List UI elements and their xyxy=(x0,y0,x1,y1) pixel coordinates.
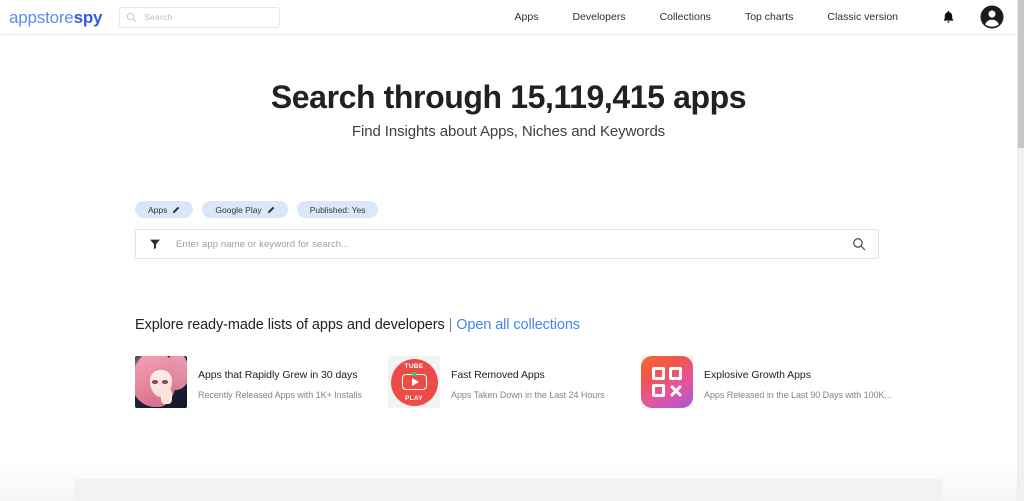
filter-chip-apps-label: Apps xyxy=(148,204,168,215)
collection-card-rapidly-grew[interactable]: Apps that Rapidly Grew in 30 days Recent… xyxy=(135,356,388,408)
collection-card-text: Fast Removed Apps Apps Taken Down in the… xyxy=(451,356,605,400)
qr-code-background xyxy=(641,356,693,408)
qr-square-bottom-left xyxy=(652,384,665,397)
play-triangle-icon xyxy=(411,378,419,386)
main-search-bar[interactable] xyxy=(135,229,879,259)
bell-icon xyxy=(943,11,954,23)
scrollbar-thumb[interactable] xyxy=(1018,0,1024,148)
filter-chip-group: Apps Google Play Published: Yes xyxy=(135,201,379,218)
header-search-box[interactable]: Search xyxy=(119,6,281,28)
filter-chip-published[interactable]: Published: Yes xyxy=(296,201,379,218)
nav-item-classic-version[interactable]: Classic version xyxy=(810,12,915,23)
page-title: Search through 15,119,415 apps xyxy=(270,79,747,115)
page-scrollbar[interactable] xyxy=(1017,0,1024,501)
nav-item-developers[interactable]: Developers xyxy=(555,12,642,23)
pencil-icon xyxy=(267,206,274,213)
page-subtitle: Find Insights about Apps, Niches and Key… xyxy=(351,123,666,140)
logo-text-light: appstore xyxy=(9,7,74,27)
header-icon-group xyxy=(915,5,1004,29)
tube-play-label-top: TUBE xyxy=(404,362,424,370)
search-input[interactable] xyxy=(174,237,852,251)
open-all-collections-link[interactable]: Open all collections xyxy=(456,317,580,333)
collection-card-title: Explosive Growth Apps xyxy=(704,369,811,381)
notifications-button[interactable] xyxy=(925,10,972,24)
collection-card-explosive-growth[interactable]: Explosive Growth Apps Apps Released in t… xyxy=(641,356,894,408)
collection-card-fast-removed[interactable]: TUBE PLAY Fast Removed Apps Apps Taken D… xyxy=(388,356,641,408)
next-section-band xyxy=(0,461,1017,501)
qr-code-grid xyxy=(652,367,682,397)
collections-heading: Explore ready-made lists of apps and dev… xyxy=(135,317,580,333)
anime-hand xyxy=(161,388,173,404)
search-icon xyxy=(127,12,137,22)
collection-card-list: Apps that Rapidly Grew in 30 days Recent… xyxy=(135,356,895,408)
filter-chip-google-play-label: Google Play xyxy=(215,204,262,215)
page-root: appstorespy Search Apps Developers Colle… xyxy=(0,0,1024,501)
header-search-placeholder: Search xyxy=(144,12,173,22)
filter-chip-apps[interactable]: Apps xyxy=(135,201,194,218)
user-avatar-icon xyxy=(980,5,1004,29)
collection-card-text: Explosive Growth Apps Apps Released in t… xyxy=(704,356,892,400)
account-button[interactable] xyxy=(972,5,1004,29)
collections-heading-text: Explore ready-made lists of apps and dev… xyxy=(135,317,445,333)
qr-code-icon xyxy=(641,356,693,408)
tube-play-label-bottom: PLAY xyxy=(405,394,423,402)
filter-chip-published-label: Published: Yes xyxy=(309,204,366,215)
nav-item-apps[interactable]: Apps xyxy=(498,12,556,23)
collection-card-text: Apps that Rapidly Grew in 30 days Recent… xyxy=(198,356,362,400)
funnel-icon[interactable] xyxy=(149,238,161,250)
pencil-icon xyxy=(173,206,180,213)
main-navigation: Apps Developers Collections Top charts C… xyxy=(498,5,1017,29)
tube-play-background: TUBE PLAY xyxy=(388,356,440,408)
anime-character-icon xyxy=(135,356,187,408)
qr-square-top-left xyxy=(652,367,665,380)
qr-cross-mark xyxy=(669,384,682,397)
site-header: appstorespy Search Apps Developers Colle… xyxy=(0,0,1017,35)
collection-card-subtitle: Apps Released in the Last 90 Days with 1… xyxy=(704,389,892,400)
collection-card-title: Apps that Rapidly Grew in 30 days xyxy=(198,369,358,381)
logo-text-bold: spy xyxy=(73,7,103,27)
tube-play-screen xyxy=(401,372,427,390)
filter-chip-google-play[interactable]: Google Play xyxy=(202,201,288,218)
tube-play-dot xyxy=(411,372,417,376)
anime-eye-right xyxy=(162,379,168,384)
tube-play-circle: TUBE PLAY xyxy=(390,358,438,406)
qr-square-top-right xyxy=(669,367,682,380)
collection-card-subtitle: Recently Released Apps with 1K+ Installs xyxy=(198,389,362,400)
collection-card-subtitle: Apps Taken Down in the Last 24 Hours xyxy=(451,389,605,400)
search-icon[interactable] xyxy=(852,237,866,251)
logo-appstorespy[interactable]: appstorespy xyxy=(9,9,102,26)
nav-item-top-charts[interactable]: Top charts xyxy=(728,12,810,23)
anime-eye-left xyxy=(152,379,158,384)
collection-card-title: Fast Removed Apps xyxy=(451,369,545,381)
nav-item-collections[interactable]: Collections xyxy=(643,12,728,23)
collections-heading-separator: | xyxy=(448,317,453,333)
tube-play-icon: TUBE PLAY xyxy=(388,356,440,408)
